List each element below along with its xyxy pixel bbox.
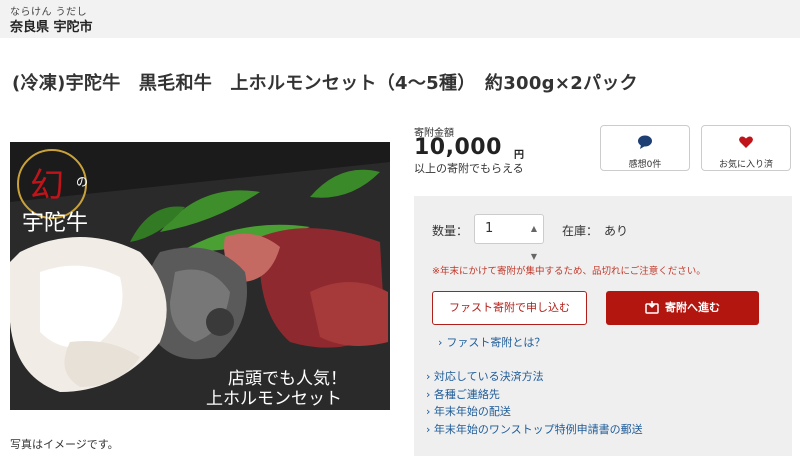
chevron-right-icon: ›	[426, 370, 431, 383]
proceed-donation-label: 寄附へ進む	[665, 301, 720, 314]
photo-overlay-line1: 店頭でも人気！	[228, 369, 347, 389]
year-end-shipping-text: 年末年始の配送	[433, 405, 511, 418]
contacts-text: 各種ご連絡先	[433, 387, 500, 401]
chevron-right-icon: ›	[426, 422, 431, 436]
product-photo: 幻 の 宇陀牛 店頭でも人気！ 上ホルモンセット	[10, 142, 390, 410]
chevron-right-icon: ›	[426, 387, 431, 401]
stock-notice: ※年末にかけて寄附が集中するため、品切れにご注意ください。	[432, 266, 706, 277]
fast-donation-button[interactable]: ファスト寄附で申し込む	[432, 291, 587, 325]
quantity-label: 数量：	[432, 224, 469, 238]
impressions-label: 感想0件	[628, 160, 662, 170]
impressions-button[interactable]: 感想0件	[600, 125, 690, 171]
donation-note: 以上の寄附でもらえる	[414, 162, 524, 175]
favorite-button[interactable]: お気に入り済	[701, 125, 791, 171]
fast-donation-info-text: ファスト寄附とは？	[446, 336, 546, 349]
stock-label: 在庫：	[562, 224, 599, 238]
photo-overlay-line2: 上ホルモンセット	[206, 389, 342, 409]
logo-small: の	[76, 175, 88, 189]
chevron-right-icon: ›	[426, 405, 431, 418]
donation-unit: 円	[514, 150, 524, 161]
donation-box-icon	[645, 301, 659, 314]
quantity-select[interactable]: 1 ▲ ▼	[474, 214, 544, 261]
region-header: ならけん うだし 奈良県 宇陀市	[0, 0, 800, 38]
year-end-shipping-link[interactable]: › 年末年始の配送	[426, 403, 643, 421]
one-stop-form-text: 年末年始のワンストップ特例申請書の郵送	[433, 422, 643, 436]
contacts-link[interactable]: › 各種ご連絡先	[426, 386, 643, 404]
logo-text: 宇陀牛	[22, 211, 88, 236]
proceed-donation-button[interactable]: 寄附へ進む	[606, 291, 759, 325]
order-panel: 数量： 1 ▲ ▼ 在庫： あり ※年末にかけて寄附が集中するため、品切れにご注意…	[414, 196, 792, 456]
stock-value: あり	[604, 224, 629, 238]
heart-icon	[739, 136, 753, 148]
info-links: › 対応している決済方法 › 各種ご連絡先 › 年末年始の配送 › 年末年始のワ…	[426, 368, 643, 438]
photo-caption: 写真はイメージです。	[10, 438, 119, 451]
chevron-right-icon: ›	[438, 336, 443, 349]
quantity-value: 1	[485, 221, 494, 236]
logo-glyph: 幻	[30, 166, 64, 206]
payment-methods-link[interactable]: › 対応している決済方法	[426, 368, 643, 386]
fast-donation-info-link[interactable]: › ファスト寄附とは？	[438, 334, 545, 350]
speech-bubble-icon	[638, 135, 652, 149]
one-stop-form-link[interactable]: › 年末年始のワンストップ特例申請書の郵送	[426, 421, 643, 439]
donation-amount: 10,000	[414, 135, 502, 160]
product-title: (冷凍)宇陀牛 黒毛和牛 上ホルモンセット（4～5種） 約300g×2パック	[12, 73, 638, 94]
product-photo-art: 幻 の 宇陀牛 店頭でも人気！ 上ホルモンセット	[10, 142, 390, 410]
favorite-label: お気に入り済	[718, 160, 773, 170]
payment-methods-text: 対応している決済方法	[433, 370, 544, 383]
municipality-name[interactable]: 奈良県 宇陀市	[10, 16, 93, 35]
